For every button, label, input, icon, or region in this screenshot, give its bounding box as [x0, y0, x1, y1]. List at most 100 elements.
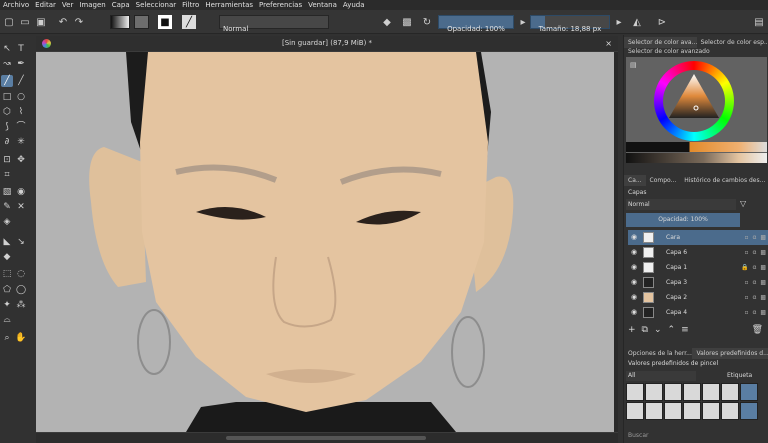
visibility-eye-icon[interactable]: ◉ [631, 248, 637, 256]
vertical-scrollbar[interactable] [614, 52, 618, 432]
duplicate-layer-icon[interactable]: ⧉ [642, 325, 648, 339]
workspace-icon[interactable]: ▤ [752, 15, 766, 29]
menu-editar[interactable]: Editar [32, 1, 59, 9]
fill-tool-icon[interactable]: ◈ [1, 216, 13, 228]
gradient-tool-icon[interactable]: ▧ [1, 186, 13, 198]
color-swatch-icon[interactable]: ■ [158, 15, 172, 29]
layer-flags-icon[interactable]: ▫ α ▩ [744, 245, 767, 260]
brush-preset[interactable] [740, 383, 758, 401]
size-slider[interactable]: Tamaño: 18,88 px [530, 15, 610, 33]
dynamic-brush-icon[interactable]: ∂ [1, 136, 13, 148]
add-layer-icon[interactable]: + [628, 325, 636, 339]
lock-icon[interactable]: 🔒 α ▩ [741, 260, 767, 275]
layer-row[interactable]: ◉ Capa 4 ▫ α ▩ [628, 305, 768, 320]
brush-preset[interactable] [721, 402, 739, 420]
new-document-icon[interactable]: ▢ [2, 15, 16, 29]
brush-preset-icon[interactable]: ╱ [182, 15, 196, 29]
layer-row[interactable]: ◉ Capa 6 ▫ α ▩ [628, 245, 768, 260]
filter-icon[interactable]: ▽ [740, 199, 746, 208]
smart-patch-icon[interactable]: ✕ [15, 201, 27, 213]
ellipse-select-icon[interactable]: ◌ [15, 268, 27, 280]
brush-preset[interactable] [664, 402, 682, 420]
size-menu-icon[interactable]: ▸ [612, 15, 626, 29]
tab-specific-color-selector[interactable]: Selector de color esp... [697, 37, 768, 48]
brush-preset[interactable] [721, 383, 739, 401]
save-icon[interactable]: ▣ [34, 15, 48, 29]
gradient-swatch[interactable] [110, 15, 130, 29]
document-tab[interactable]: [Sin guardar] (87,9 MiB) * × [36, 36, 618, 51]
open-folder-icon[interactable]: ▭ [18, 15, 32, 29]
brush-preset[interactable] [664, 383, 682, 401]
blend-mode-select[interactable]: Normal [219, 15, 329, 33]
contiguous-select-icon[interactable]: ✦ [1, 299, 13, 311]
menu-filtro[interactable]: Filtro [179, 1, 202, 9]
menu-ver[interactable]: Ver [59, 1, 76, 9]
layer-flags-icon[interactable]: ▫ α ▩ [744, 275, 767, 290]
menu-capa[interactable]: Capa [109, 1, 133, 9]
preserve-alpha-icon[interactable]: ▩ [400, 15, 414, 29]
polygon-select-icon[interactable]: ⬠ [1, 284, 13, 296]
menu-seleccionar[interactable]: Seleccionar [133, 1, 180, 9]
brush-preset[interactable] [702, 383, 720, 401]
undo-icon[interactable]: ↶ [56, 15, 70, 29]
edit-shapes-icon[interactable]: ↝ [1, 58, 13, 70]
freehand-brush-icon[interactable]: ╱ [1, 75, 13, 87]
layer-properties-icon[interactable]: ≡ [681, 325, 689, 339]
freehand-path-icon[interactable]: ⌒ [15, 121, 27, 133]
color-sampler-icon[interactable]: ◉ [15, 186, 27, 198]
similar-select-icon[interactable]: ⁂ [15, 299, 27, 311]
assistant-tool-icon[interactable]: ◣ [1, 236, 13, 248]
pattern-swatch[interactable] [134, 15, 149, 29]
layer-flags-icon[interactable]: ▫ α ▩ [744, 305, 767, 320]
hue-ring[interactable] [654, 61, 734, 141]
bezier-select-icon[interactable]: ⌓ [1, 314, 13, 326]
mirror-vertical-icon[interactable]: ⊳ [655, 15, 669, 29]
brush-preset[interactable] [626, 383, 644, 401]
menu-ventana[interactable]: Ventana [305, 1, 340, 9]
crop-tool-icon[interactable]: ⊡ [1, 154, 13, 166]
visibility-eye-icon[interactable]: ◉ [631, 233, 637, 241]
polygon-tool-icon[interactable]: ⬡ [1, 106, 13, 118]
redo-icon[interactable]: ↷ [72, 15, 86, 29]
multibrush-icon[interactable]: ✳ [15, 136, 27, 148]
menu-herramientas[interactable]: Herramientas [202, 1, 256, 9]
opacity-slider[interactable]: Opacidad: 100% [438, 15, 514, 33]
horizontal-scroll-thumb[interactable] [226, 436, 426, 440]
reference-tool-icon[interactable]: ◆ [1, 251, 13, 263]
horizontal-scrollbar[interactable] [36, 433, 618, 443]
rectangle-tool-icon[interactable]: □ [1, 91, 13, 103]
layer-blend-select[interactable]: Normal [626, 199, 736, 210]
zoom-tool-icon[interactable]: ⌕ [1, 332, 13, 344]
pattern-edit-icon[interactable]: ✎ [1, 201, 13, 213]
brush-preset[interactable] [626, 402, 644, 420]
layer-flags-icon[interactable]: ▫ α ▩ [744, 290, 767, 305]
reload-preset-icon[interactable]: ↻ [420, 15, 434, 29]
tab-tool-options[interactable]: Opciones de la herr... [624, 348, 692, 359]
presets-tag-button[interactable]: Etiqueta [727, 371, 752, 381]
polyline-tool-icon[interactable]: ⌇ [15, 106, 27, 118]
pan-tool-icon[interactable]: ✋ [15, 332, 27, 344]
drawing-canvas[interactable] [36, 52, 614, 432]
brush-preset[interactable] [683, 402, 701, 420]
brush-preset[interactable] [645, 402, 663, 420]
text-tool-icon[interactable]: T [15, 43, 27, 55]
presets-search-input[interactable]: Buscar [628, 432, 649, 439]
layer-row[interactable]: ◉ Cara ▫ α ▩ [628, 230, 768, 245]
brush-preset[interactable] [645, 383, 663, 401]
selector-settings-icon[interactable]: ▤ [630, 61, 637, 69]
visibility-eye-icon[interactable]: ◉ [631, 263, 637, 271]
bezier-tool-icon[interactable]: ⟆ [1, 121, 13, 133]
select-shapes-icon[interactable]: ↖ [1, 43, 13, 55]
visibility-eye-icon[interactable]: ◉ [631, 293, 637, 301]
ellipse-tool-icon[interactable]: ○ [15, 91, 27, 103]
visibility-eye-icon[interactable]: ◉ [631, 308, 637, 316]
close-document-icon[interactable]: × [605, 36, 612, 51]
measure-tool-icon[interactable]: ↘ [15, 236, 27, 248]
tab-brush-presets[interactable]: Valores predefinidos d... [692, 348, 768, 359]
transform-tool-icon[interactable]: ⌗ [1, 169, 13, 181]
line-tool-icon[interactable]: ╱ [15, 75, 27, 87]
move-up-icon[interactable]: ⌃ [668, 325, 676, 339]
tab-layers[interactable]: Ca... [624, 175, 646, 186]
menu-ayuda[interactable]: Ayuda [340, 1, 368, 9]
eraser-icon[interactable]: ◆ [380, 15, 394, 29]
